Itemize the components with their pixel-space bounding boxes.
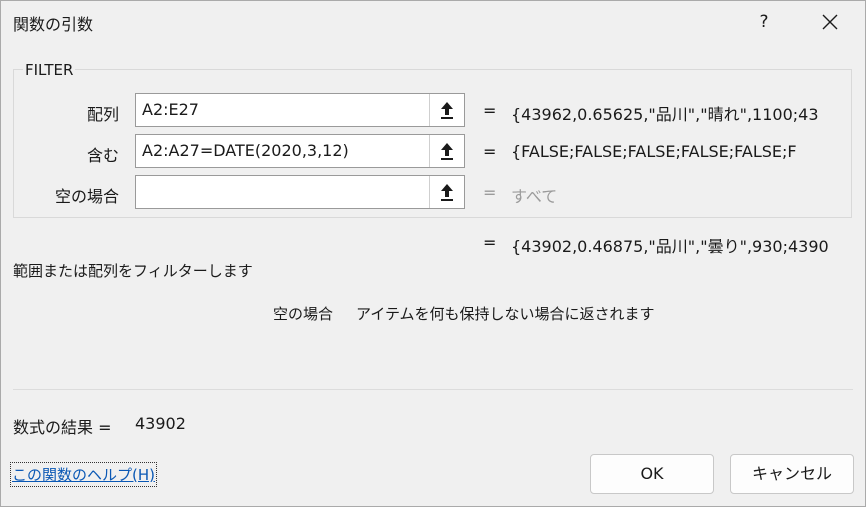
- close-button[interactable]: [807, 5, 853, 39]
- cancel-button[interactable]: キャンセル: [730, 454, 854, 494]
- array-equals-sign: =: [483, 101, 497, 120]
- help-button[interactable]: ?: [749, 5, 779, 39]
- arg-label-array: 配列: [86, 105, 119, 124]
- close-icon: [822, 14, 838, 30]
- overall-result: {43902,0.46875,"品川","曇り",930;4390: [511, 237, 829, 256]
- include-input[interactable]: A2:A27=DATE(2020,3,12): [135, 134, 465, 168]
- divider: [13, 389, 853, 390]
- ok-button[interactable]: OK: [590, 454, 714, 494]
- function-help-link[interactable]: この関数のヘルプ(H): [10, 462, 157, 487]
- include-range-select-button[interactable]: [429, 135, 464, 167]
- function-name: FILTER: [23, 61, 76, 79]
- arg-label-if-empty: 空の場合: [54, 187, 119, 206]
- if-empty-range-select-button[interactable]: [429, 176, 464, 208]
- array-input[interactable]: A2:E27: [135, 93, 465, 127]
- array-input-value: A2:E27: [142, 100, 199, 119]
- dialog-title: 関数の引数: [13, 15, 94, 34]
- range-select-arrow-icon: [441, 102, 453, 119]
- formula-result-label: 数式の結果 =: [13, 418, 112, 437]
- range-select-arrow-icon: [441, 184, 453, 201]
- function-arguments-dialog: 関数の引数 ? FILTER 配列 A2:E27 = {43962,0.6562…: [0, 0, 866, 507]
- if-empty-input[interactable]: [135, 175, 465, 209]
- if-empty-equals-sign: =: [483, 183, 497, 202]
- argument-description-text: アイテムを何も保持しない場合に返されます: [356, 305, 655, 323]
- overall-equals-sign: =: [483, 233, 497, 252]
- arg-label-include: 含む: [86, 146, 119, 165]
- include-input-value: A2:A27=DATE(2020,3,12): [142, 141, 349, 160]
- array-result: {43962,0.65625,"品川","晴れ",1100;43: [511, 105, 819, 124]
- if-empty-result: すべて: [511, 187, 558, 206]
- include-equals-sign: =: [483, 142, 497, 161]
- formula-result-value: 43902: [135, 414, 186, 433]
- range-select-arrow-icon: [441, 143, 453, 160]
- array-range-select-button[interactable]: [429, 94, 464, 126]
- function-description: 範囲または配列をフィルターします: [13, 262, 253, 280]
- include-result: {FALSE;FALSE;FALSE;FALSE;FALSE;F: [511, 142, 797, 161]
- argument-description-name: 空の場合: [273, 305, 334, 323]
- title-bar: 関数の引数 ?: [1, 1, 865, 45]
